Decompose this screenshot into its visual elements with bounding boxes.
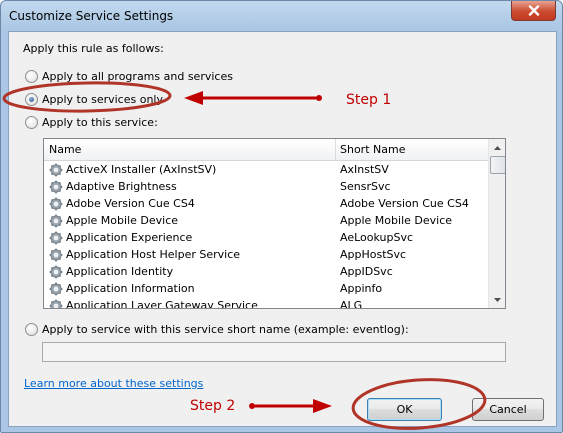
table-row[interactable]: Apple Mobile Device Apple Mobile Device (44, 212, 488, 229)
radio-all-programs[interactable] (25, 70, 38, 83)
gear-service-icon (49, 248, 63, 262)
service-short-name: SensrSvc (340, 180, 391, 193)
service-short-name: AppIDSvc (340, 265, 393, 278)
service-name: Application Experience (66, 231, 193, 244)
arrow-down-icon (494, 297, 501, 302)
table-row[interactable]: Application Experience AeLookupSvc (44, 229, 488, 246)
option-label: Apply to services only (42, 93, 163, 106)
service-short-name: Appinfo (340, 282, 383, 295)
service-short-name: AxInstSV (340, 163, 389, 176)
gear-service-icon (49, 231, 63, 245)
step2-label: Step 2 (190, 398, 236, 414)
cancel-button[interactable]: Cancel (472, 398, 544, 421)
dialog-body: Apply this rule as follows: Apply to all… (8, 31, 557, 427)
scroll-up-button[interactable] (490, 140, 505, 155)
service-short-name: Apple Mobile Device (340, 214, 453, 227)
gear-service-icon (49, 180, 63, 194)
step1-label: Step 1 (346, 92, 392, 108)
table-row[interactable]: Application Information Appinfo (44, 280, 488, 297)
title-bar[interactable]: Customize Service Settings (1, 1, 562, 31)
list-header: Name Short Name (44, 139, 488, 161)
arrow-up-icon (494, 145, 501, 150)
service-short-name: AeLookupSvc (340, 231, 414, 244)
radio-this-service[interactable] (25, 116, 38, 129)
column-header-name[interactable]: Name (49, 143, 81, 156)
gear-service-icon (49, 214, 63, 228)
table-row[interactable]: Application Host Helper Service AppHostSv… (44, 246, 488, 263)
table-row[interactable]: Adaptive Brightness SensrSvc (44, 178, 488, 195)
option-label: Apply to this service: (42, 116, 158, 129)
service-name: Application Layer Gateway Service (66, 299, 258, 309)
table-row[interactable]: ActiveX Installer (AxInstSV) AxInstSV (44, 161, 488, 178)
learn-more-link[interactable]: Learn more about these settings (24, 377, 203, 390)
service-name: ActiveX Installer (AxInstSV) (66, 163, 217, 176)
column-header-short-name[interactable]: Short Name (340, 143, 405, 156)
service-name: Application Information (66, 282, 195, 295)
option-label: Apply to all programs and services (42, 70, 233, 83)
service-name: Adobe Version Cue CS4 (66, 197, 195, 210)
table-row[interactable]: Application Identity AppIDSvc (44, 263, 488, 280)
table-row[interactable]: Adobe Version Cue CS4 Adobe Version Cue C… (44, 195, 488, 212)
gear-service-icon (49, 197, 63, 211)
service-short-name: Adobe Version Cue CS4 (340, 197, 469, 210)
scroll-thumb[interactable] (490, 156, 505, 174)
option-label: Apply to service with this service short… (42, 323, 409, 336)
close-button[interactable] (511, 1, 556, 21)
gear-service-icon (49, 299, 63, 308)
vertical-scrollbar[interactable] (488, 139, 505, 308)
radio-services-only[interactable] (25, 93, 38, 106)
services-list[interactable]: Name Short Name ActiveX Installer (AxIns… (43, 138, 506, 309)
column-separator[interactable] (335, 139, 336, 160)
gear-service-icon (49, 265, 63, 279)
gear-service-icon (49, 282, 63, 296)
close-icon (528, 5, 539, 16)
window-title: Customize Service Settings (9, 9, 174, 23)
section-label: Apply this rule as follows: (23, 42, 164, 55)
short-name-input[interactable] (42, 342, 506, 362)
table-row[interactable]: Application Layer Gateway Service ALG (44, 297, 488, 309)
scroll-down-button[interactable] (490, 292, 505, 307)
gear-service-icon (49, 163, 63, 177)
service-short-name: AppHostSvc (340, 248, 407, 261)
service-name: Adaptive Brightness (66, 180, 177, 193)
dialog-window: Customize Service Settings Apply this ru… (0, 0, 563, 433)
service-short-name: ALG (340, 299, 363, 309)
service-name: Application Identity (66, 265, 174, 278)
service-name: Apple Mobile Device (66, 214, 179, 227)
ok-button[interactable]: OK (367, 398, 442, 421)
radio-short-name[interactable] (25, 323, 38, 336)
service-name: Application Host Helper Service (66, 248, 241, 261)
